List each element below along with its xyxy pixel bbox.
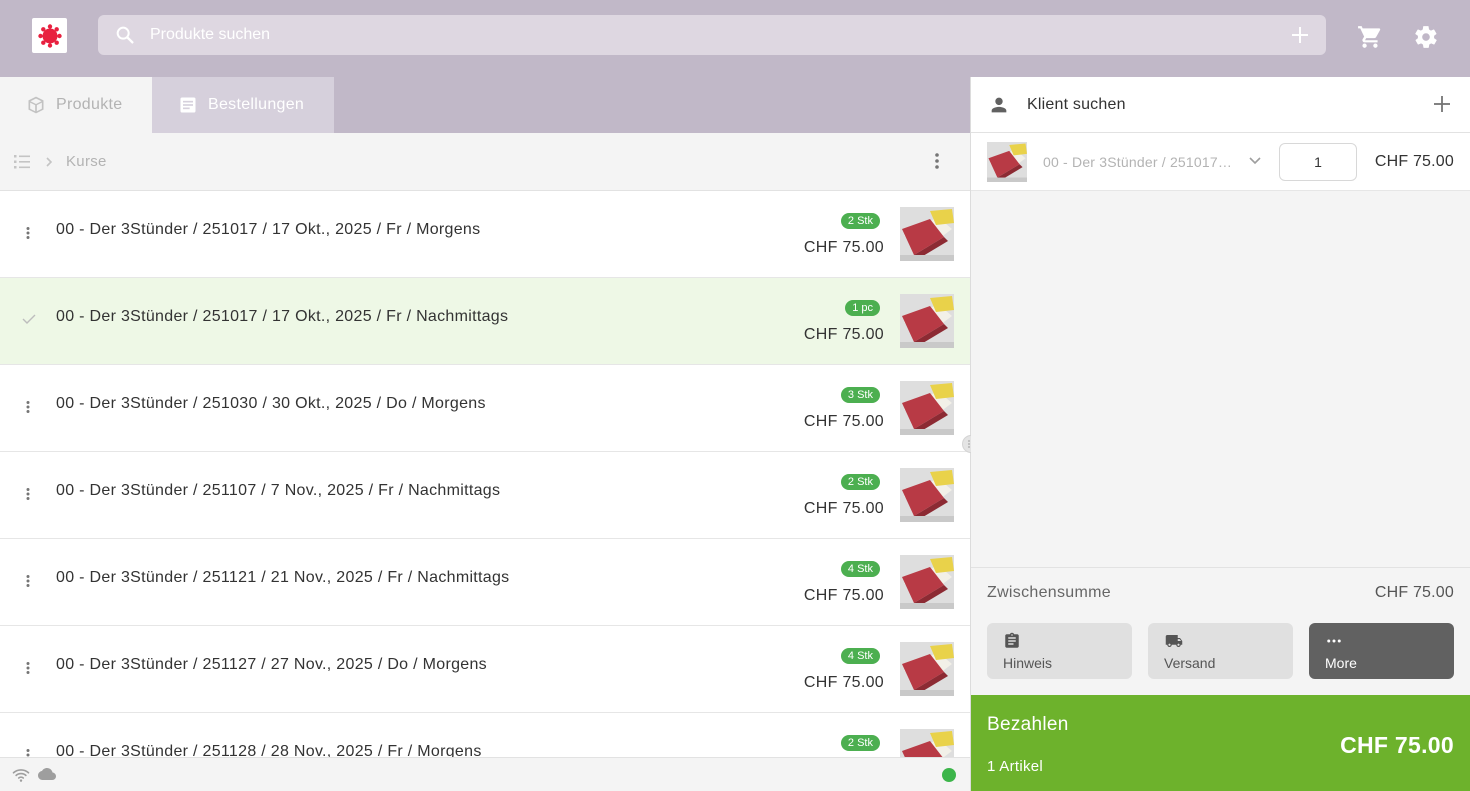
- product-thumbnail: [900, 294, 954, 348]
- breadcrumb: Kurse: [0, 133, 970, 191]
- search-input[interactable]: [150, 15, 1250, 55]
- cart-icon[interactable]: [1357, 24, 1383, 50]
- product-row[interactable]: 00 - Der 3Stünder / 251128 / 28 Nov., 20…: [0, 713, 970, 757]
- product-price: CHF 75.00: [803, 674, 884, 691]
- chevron-right-icon: [46, 157, 53, 167]
- product-title: 00 - Der 3Stünder / 251017 / 17 Okt., 20…: [56, 308, 509, 325]
- check-icon[interactable]: [22, 312, 36, 330]
- search-icon: [116, 26, 134, 44]
- chevron-down-icon[interactable]: [1248, 154, 1262, 168]
- note-label: Hinweis: [1003, 655, 1053, 671]
- product-thumbnail: [900, 381, 954, 435]
- subtotal-value: CHF 75.00: [1374, 584, 1454, 601]
- list-icon: [180, 97, 196, 113]
- product-thumbnail: [900, 642, 954, 696]
- pay-button[interactable]: Bezahlen CHF 75.00 1 Artikel: [971, 695, 1470, 791]
- product-row[interactable]: 00 - Der 3Stünder / 251030 / 30 Okt., 20…: [0, 365, 970, 452]
- product-title: 00 - Der 3Stünder / 251107 / 7 Nov., 202…: [56, 482, 501, 499]
- product-row[interactable]: 00 - Der 3Stünder / 251017 / 17 Okt., 20…: [0, 278, 970, 365]
- stock-badge: 4 Stk: [840, 648, 880, 664]
- shipping-label: Versand: [1164, 655, 1216, 671]
- wifi-icon: [12, 769, 30, 782]
- add-client-icon[interactable]: [1433, 95, 1451, 113]
- product-list: 00 - Der 3Stünder / 251017 / 17 Okt., 20…: [0, 191, 970, 757]
- more-label: More: [1325, 655, 1357, 671]
- stock-badge: 4 Stk: [840, 561, 880, 577]
- row-menu-icon[interactable]: [22, 225, 34, 246]
- product-thumbnail: [900, 729, 954, 757]
- status-bar: [0, 757, 970, 791]
- product-price: CHF 75.00: [803, 239, 884, 256]
- more-button[interactable]: More: [1309, 623, 1454, 679]
- product-thumbnail: [900, 468, 954, 522]
- breadcrumb-current[interactable]: Kurse: [66, 153, 107, 170]
- product-title: 00 - Der 3Stünder / 251121 / 21 Nov., 20…: [56, 569, 510, 586]
- stock-badge: 2 Stk: [840, 735, 880, 751]
- subtotal-label: Zwischensumme: [987, 584, 1111, 601]
- row-menu-icon[interactable]: [22, 573, 34, 594]
- product-row[interactable]: 00 - Der 3Stünder / 251121 / 21 Nov., 20…: [0, 539, 970, 626]
- product-row[interactable]: 00 - Der 3Stünder / 251127 / 27 Nov., 20…: [0, 626, 970, 713]
- tab-products[interactable]: Produkte: [0, 77, 152, 133]
- client-search-label: Klient suchen: [1027, 96, 1126, 113]
- dots-icon: [1327, 639, 1341, 643]
- cloud-icon: [38, 768, 56, 780]
- tab-products-label: Produkte: [56, 96, 123, 113]
- stock-badge: 1 pc: [845, 300, 880, 316]
- product-price: CHF 75.00: [803, 587, 884, 604]
- clipboard-icon: [1005, 632, 1019, 648]
- online-status-indicator: [942, 768, 956, 782]
- product-row[interactable]: 00 - Der 3Stünder / 251107 / 7 Nov., 202…: [0, 452, 970, 539]
- tab-orders-label: Bestellungen: [208, 96, 305, 113]
- cart-pane: Klient suchen 00 - Der 3Stünder / 251017…: [971, 77, 1470, 791]
- stock-badge: 3 Stk: [840, 387, 880, 403]
- category-list-icon[interactable]: [13, 153, 31, 171]
- pay-total: CHF 75.00: [1340, 732, 1454, 758]
- stock-badge: 2 Stk: [840, 474, 880, 490]
- row-menu-icon[interactable]: [22, 399, 34, 420]
- tab-bar: Produkte Bestellungen: [0, 77, 970, 133]
- cart-item-name: 00 - Der 3Stünder / 251017 / 17 Okt., 20…: [1043, 154, 1233, 170]
- product-thumbnail: [900, 207, 954, 261]
- gear-icon[interactable]: [1413, 24, 1439, 50]
- row-menu-icon[interactable]: [22, 747, 34, 757]
- plus-icon[interactable]: [1290, 25, 1310, 45]
- pay-label: Bezahlen: [987, 714, 1069, 735]
- row-menu-icon[interactable]: [22, 486, 34, 507]
- row-menu-icon[interactable]: [22, 660, 34, 681]
- stock-badge: 2 Stk: [840, 213, 880, 229]
- product-thumbnail: [987, 142, 1027, 182]
- product-title: 00 - Der 3Stünder / 251127 / 27 Nov., 20…: [56, 656, 487, 673]
- quantity-input[interactable]: [1279, 143, 1357, 181]
- client-search[interactable]: Klient suchen: [971, 77, 1470, 133]
- logo-icon[interactable]: [32, 18, 67, 53]
- product-title: 00 - Der 3Stünder / 251017 / 17 Okt., 20…: [56, 221, 481, 238]
- product-price: CHF 75.00: [803, 326, 884, 343]
- cart-item-price: CHF 75.00: [1374, 153, 1454, 170]
- product-price: CHF 75.00: [803, 413, 884, 430]
- truck-icon: [1165, 635, 1183, 647]
- person-icon: [991, 97, 1007, 113]
- product-title: 00 - Der 3Stünder / 251030 / 30 Okt., 20…: [56, 395, 486, 412]
- shipping-button[interactable]: Versand: [1148, 623, 1293, 679]
- product-price: CHF 75.00: [803, 500, 884, 517]
- search-bar: [98, 15, 1326, 55]
- product-thumbnail: [900, 555, 954, 609]
- cart-line-item[interactable]: 00 - Der 3Stünder / 251017 / 17 Okt., 20…: [971, 133, 1470, 191]
- note-button[interactable]: Hinweis: [987, 623, 1132, 679]
- more-vert-icon[interactable]: [930, 151, 944, 171]
- box-icon: [28, 96, 44, 114]
- top-bar: [0, 0, 1470, 77]
- pay-item-count: 1 Artikel: [987, 758, 1044, 775]
- product-row[interactable]: 00 - Der 3Stünder / 251017 / 17 Okt., 20…: [0, 191, 970, 278]
- tab-orders[interactable]: Bestellungen: [152, 77, 334, 133]
- product-pane: Produkte Bestellungen Kurse 00 - Der 3St…: [0, 77, 970, 791]
- product-title: 00 - Der 3Stünder / 251128 / 28 Nov., 20…: [56, 743, 482, 757]
- subtotal-row: Zwischensumme CHF 75.00: [971, 567, 1470, 617]
